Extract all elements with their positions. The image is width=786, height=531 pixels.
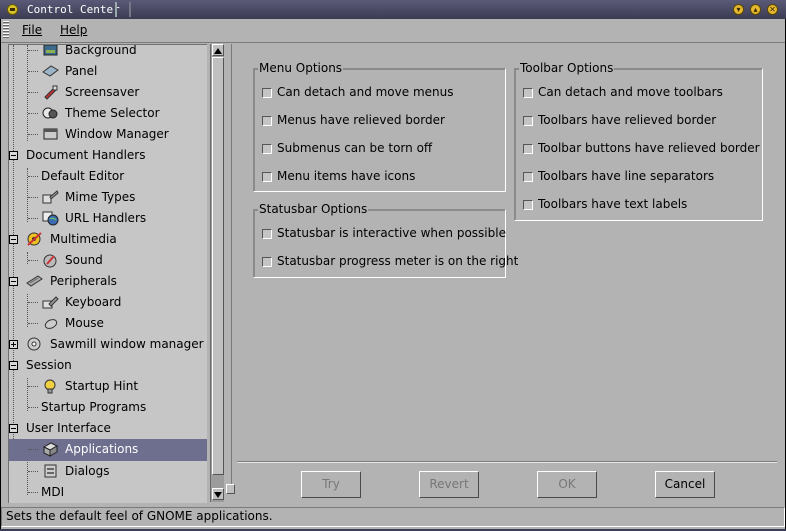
tree-item-background[interactable]: Background: [9, 45, 207, 61]
button-separator: [237, 461, 777, 463]
pane-divider[interactable]: [231, 44, 232, 484]
toolbar-options-title: Toolbar Options: [519, 61, 615, 75]
tree-item-mouse[interactable]: Mouse: [9, 313, 207, 334]
ok-button[interactable]: OK: [537, 471, 597, 498]
collapse-icon[interactable]: [9, 151, 18, 160]
minimize-icon[interactable]: ▾: [733, 4, 744, 15]
tree-item-sawmill[interactable]: Sawmill window manager: [9, 334, 207, 355]
multimedia-icon: [27, 232, 42, 246]
tree-item-sound[interactable]: Sound: [9, 250, 207, 271]
tree-item-theme-selector[interactable]: Theme Selector: [9, 103, 207, 124]
keyboard-icon: [42, 296, 59, 309]
tree-item-default-editor[interactable]: Default Editor: [9, 166, 207, 187]
try-button[interactable]: Try: [301, 471, 361, 498]
checkbox[interactable]: [523, 116, 533, 126]
menubar-handle[interactable]: [3, 21, 9, 39]
tree-item-applications[interactable]: Applications: [9, 439, 207, 461]
tree-item-keyboard[interactable]: Keyboard: [9, 292, 207, 313]
settings-tree[interactable]: Background Panel Screensaver Theme Selec…: [8, 44, 207, 503]
close-icon[interactable]: ✕: [767, 4, 778, 15]
screensaver-icon: [44, 85, 58, 100]
checkbox[interactable]: [523, 88, 533, 98]
startup-hint-icon: [44, 379, 56, 394]
checkbox[interactable]: [523, 172, 533, 182]
tree-item-window-manager[interactable]: Window Manager: [9, 124, 207, 145]
scroll-up-icon[interactable]: [212, 44, 224, 56]
menu-options-title: Menu Options: [258, 61, 344, 75]
toolbar-options-group: Toolbar Options Can detach and move tool…: [514, 61, 763, 221]
menubar: File Help: [0, 19, 786, 43]
tree-item-screensaver[interactable]: Screensaver: [9, 82, 207, 103]
window-menu-icon[interactable]: [7, 4, 18, 15]
sound-icon: [43, 254, 57, 268]
revert-button[interactable]: Revert: [419, 471, 479, 498]
dialogs-icon: [44, 464, 57, 478]
title-bar[interactable]: Control Center ▾ ▴ ✕: [0, 0, 786, 19]
checkbox[interactable]: [523, 200, 533, 210]
checkbox[interactable]: [262, 116, 272, 126]
tree-item-startup-programs[interactable]: Startup Programs: [9, 397, 207, 418]
scroll-thumb[interactable]: [212, 57, 224, 475]
theme-selector-icon: [42, 107, 58, 119]
collapse-icon[interactable]: [9, 361, 18, 370]
applications-settings: Menu Options Can detach and move menus M…: [237, 44, 777, 460]
tree-item-peripherals[interactable]: Peripherals: [9, 271, 207, 292]
checkbox[interactable]: [262, 144, 272, 154]
checkbox[interactable]: [262, 229, 272, 239]
collapse-icon[interactable]: [9, 277, 18, 286]
window-manager-icon: [43, 128, 58, 140]
status-text: Sets the default feel of GNOME applicati…: [6, 509, 273, 523]
statusbar: Sets the default feel of GNOME applicati…: [1, 507, 785, 527]
expand-icon[interactable]: [9, 340, 18, 349]
pane-splitter[interactable]: [226, 484, 235, 494]
tree-scrollbar[interactable]: [210, 44, 224, 502]
statusbar-options-group: Statusbar Options Statusbar is interacti…: [253, 202, 518, 278]
tree-item-mdi[interactable]: MDI: [9, 482, 207, 503]
menu-options-group: Menu Options Can detach and move menus M…: [253, 61, 506, 192]
statusbar-options-title: Statusbar Options: [258, 202, 369, 216]
url-handlers-icon: [42, 211, 59, 226]
tree-item-user-interface[interactable]: User Interface: [9, 418, 207, 439]
checkbox[interactable]: [523, 144, 533, 154]
checkbox[interactable]: [262, 88, 272, 98]
tree-item-startup-hint[interactable]: Startup Hint: [9, 376, 207, 397]
tree-item-document-handlers[interactable]: Document Handlers: [9, 145, 207, 166]
mime-types-icon: [42, 190, 59, 204]
scroll-down-icon[interactable]: [212, 488, 224, 500]
tree-item-dialogs[interactable]: Dialogs: [9, 461, 207, 482]
maximize-icon[interactable]: ▴: [750, 4, 761, 15]
window-border-left: [0, 19, 1, 531]
cancel-button[interactable]: Cancel: [655, 471, 715, 498]
tree-item-panel[interactable]: Panel: [9, 61, 207, 82]
mouse-icon: [44, 319, 58, 329]
title-grip: [115, 2, 131, 17]
checkbox[interactable]: [262, 172, 272, 182]
applications-icon: [42, 442, 59, 457]
background-icon: [43, 45, 58, 56]
tree-item-mime-types[interactable]: Mime Types: [9, 187, 207, 208]
menu-help[interactable]: Help: [60, 23, 87, 37]
menu-file[interactable]: File: [22, 23, 42, 37]
checkbox[interactable]: [262, 257, 272, 267]
sawmill-icon: [27, 337, 41, 351]
tree-item-session[interactable]: Session: [9, 355, 207, 376]
tree-item-url-handlers[interactable]: URL Handlers: [9, 208, 207, 229]
collapse-icon[interactable]: [9, 424, 18, 433]
collapse-icon[interactable]: [9, 235, 18, 244]
window-title: Control Center: [27, 3, 120, 16]
tree-item-multimedia[interactable]: Multimedia: [9, 229, 207, 250]
panel-icon: [42, 65, 59, 77]
peripherals-icon: [26, 275, 43, 287]
